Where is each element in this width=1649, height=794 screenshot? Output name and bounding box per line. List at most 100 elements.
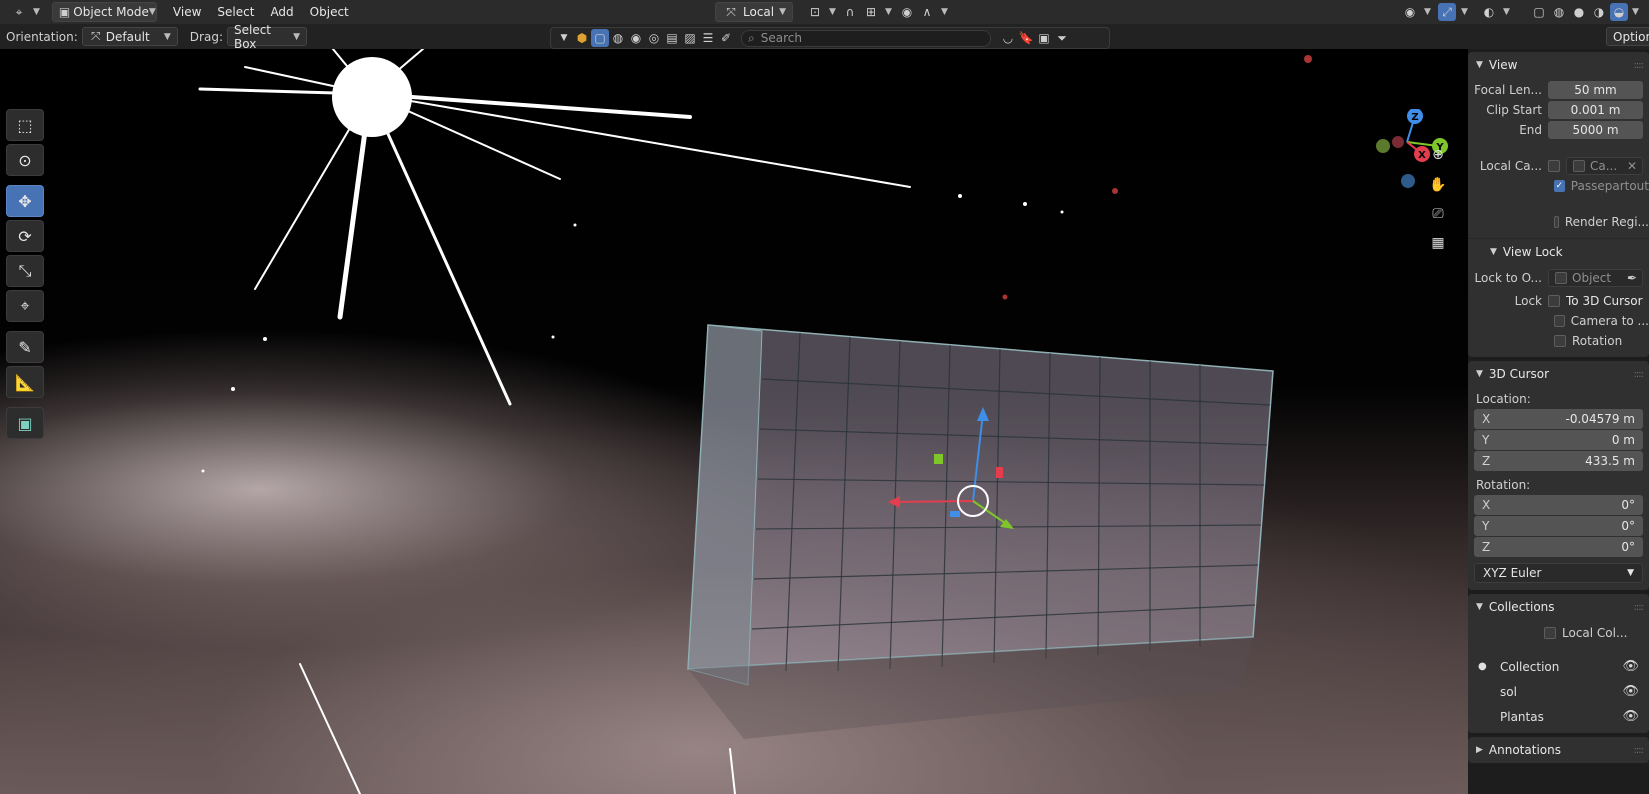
select-mode-icon[interactable]: ▢ (591, 29, 609, 47)
view-panel-title: View (1488, 58, 1518, 72)
annotations-panel-title: Annotations (1488, 743, 1561, 757)
visibility-button[interactable]: ◉ ▼ (1395, 2, 1437, 22)
object-mode-icon: ▣ (58, 5, 71, 19)
shading-material[interactable]: ◑ (1588, 2, 1610, 22)
add-cube-tool[interactable]: ▣ (6, 407, 44, 439)
menu-select[interactable]: Select (211, 2, 260, 22)
menu-add[interactable]: Add (264, 2, 299, 22)
drag-handle-icon[interactable]: :::: (1634, 60, 1645, 71)
local-camera-field[interactable]: Ca... ✕ (1566, 157, 1643, 175)
eye-icon[interactable]: 👁 (1622, 659, 1639, 674)
eye-icon[interactable]: 👁 (1622, 684, 1639, 699)
world-icon[interactable]: ◎ (645, 29, 663, 47)
lock-rotation-checkbox[interactable] (1554, 335, 1566, 347)
view-lock-title: View Lock (1502, 244, 1563, 259)
to-3d-cursor-checkbox[interactable] (1548, 295, 1560, 307)
bookmark-icon[interactable]: 🔖 (1017, 29, 1035, 47)
drag-handle-icon[interactable]: :::: (1634, 745, 1645, 756)
cursor-tool[interactable]: ⊙ (6, 144, 44, 176)
shading-options[interactable]: ▼ (1630, 2, 1641, 22)
gizmo-toggle[interactable]: ⤢ ▼ (1432, 2, 1474, 22)
gizmo-neg-x[interactable] (1392, 136, 1404, 148)
zoom-button[interactable]: ⊕ (1425, 142, 1451, 168)
drag-handle-icon[interactable]: :::: (1634, 369, 1645, 380)
transform-tool[interactable]: ⌖ (6, 290, 44, 322)
move-tool[interactable]: ✥ (6, 185, 44, 217)
render-region-checkbox[interactable] (1554, 216, 1559, 228)
passepartout-checkbox[interactable]: ✓ (1554, 180, 1565, 192)
measure-tool[interactable]: 📐 (6, 366, 44, 398)
orientation-dropdown[interactable]: ⤧ Default ▼ (81, 27, 178, 46)
view-lock-subpanel-header[interactable]: ▼ View Lock (1468, 238, 1649, 264)
cursor-location-x[interactable]: X -0.04579 m (1474, 409, 1643, 429)
image-icon[interactable]: ▨ (681, 29, 699, 47)
transform-orientation-dropdown[interactable]: ⤧ Local ▼ (715, 2, 793, 22)
sphere-icon[interactable]: ◍ (609, 29, 627, 47)
drag-dropdown[interactable]: Select Box ▼ (226, 23, 307, 51)
rendered-icon: ◒ (1610, 3, 1628, 21)
list-icon[interactable]: ☰ (699, 29, 717, 47)
lock-to-object-field[interactable]: Object ✒ (1548, 269, 1643, 287)
clip-end-field[interactable]: 5000 m (1548, 121, 1643, 139)
funnel-icon[interactable]: ⏷ (1053, 29, 1071, 47)
menu-object[interactable]: Object (304, 2, 355, 22)
display-mode-icon[interactable]: ▣ (1035, 29, 1053, 47)
pivot-icon: ⊡ (809, 5, 821, 19)
cursor-rotation-z[interactable]: Z 0° (1474, 537, 1643, 557)
collection-item[interactable]: Plantas 👁 (1468, 704, 1649, 729)
eye-icon[interactable]: 👁 (1622, 709, 1639, 724)
gizmo-neg-z[interactable] (1401, 174, 1415, 188)
shading-wireframe[interactable]: ◍ (1548, 2, 1570, 22)
3d-viewport[interactable]: Z Y X ⊕ ✋ ⎚ ▦ ⬚ ⊙ ✥ ⟳ ⤡ ⌖ ✎ 📐 ▣ (0, 49, 1468, 794)
focal-length-field[interactable]: 50 mm (1548, 81, 1643, 99)
view-panel-header[interactable]: ▼ View :::: (1468, 52, 1649, 78)
pan-button[interactable]: ✋ (1425, 172, 1451, 198)
brush-icon[interactable]: ✐ (717, 29, 735, 47)
clear-icon[interactable]: ✕ (1627, 159, 1637, 173)
material-sphere-icon[interactable]: ◉ (627, 29, 645, 47)
clip-start-field[interactable]: 0.001 m (1548, 101, 1643, 119)
menu-view[interactable]: View (167, 2, 207, 22)
collections-panel-header[interactable]: ▼ Collections :::: (1468, 594, 1649, 620)
passepartout-row[interactable]: ✓ Passepartout (1468, 176, 1649, 196)
eyedropper-icon[interactable]: ✒ (1627, 271, 1637, 285)
editor-type-button[interactable]: ⌖ ▼ (4, 2, 46, 22)
falloff-button[interactable]: ∧ ▼ (912, 2, 954, 22)
filter-toggle-icon[interactable]: ◡ (999, 29, 1017, 47)
search-input[interactable]: ⌕ Search (741, 29, 991, 47)
mode-dropdown[interactable]: ▣ Object Mode ▼ (51, 2, 157, 22)
camera-to-view-checkbox[interactable] (1554, 315, 1565, 327)
annotations-panel-header[interactable]: ▶ Annotations :::: (1468, 737, 1649, 763)
axis-value: 0° (1621, 540, 1635, 554)
cursor-rotation-x[interactable]: X 0° (1474, 495, 1643, 515)
local-camera-checkbox[interactable] (1548, 160, 1560, 172)
cursor-location-y[interactable]: Y 0 m (1474, 430, 1643, 450)
cube-color-icon[interactable]: ⬢ (573, 29, 591, 47)
cursor-location-z[interactable]: Z 433.5 m (1474, 451, 1643, 471)
drag-handle-icon[interactable]: :::: (1634, 602, 1645, 613)
collection-item[interactable]: ● Collection 👁 (1468, 654, 1649, 679)
scale-tool[interactable]: ⤡ (6, 255, 44, 287)
local-collections-checkbox[interactable] (1544, 627, 1556, 639)
cursor-panel-header[interactable]: ▼ 3D Cursor :::: (1468, 361, 1649, 387)
shading-rendered[interactable]: ◒ (1608, 2, 1630, 22)
options-button[interactable]: Options (1606, 27, 1649, 46)
perspective-toggle[interactable]: ▦ (1425, 230, 1451, 256)
camera-to-view-row[interactable]: Camera to ... (1468, 311, 1649, 331)
texture-icon[interactable]: ▤ (663, 29, 681, 47)
collection-item[interactable]: sol 👁 (1468, 679, 1649, 704)
chevron-down-icon[interactable]: ▼ (555, 29, 573, 47)
camera-view-button[interactable]: ⎚ (1425, 201, 1451, 227)
local-camera-value: Ca... (1590, 159, 1618, 173)
select-box-tool[interactable]: ⬚ (6, 109, 44, 141)
rotate-tool[interactable]: ⟳ (6, 220, 44, 252)
annotate-tool[interactable]: ✎ (6, 331, 44, 363)
render-region-row[interactable]: Render Regi... (1468, 212, 1649, 232)
shading-solid[interactable]: ● (1568, 2, 1590, 22)
gizmo-neg-y[interactable] (1376, 139, 1390, 153)
local-collections-row[interactable]: Local Col... (1468, 620, 1649, 646)
cursor-rotation-y[interactable]: Y 0° (1474, 516, 1643, 536)
rotation-mode-dropdown[interactable]: XYZ Euler ▼ (1474, 563, 1643, 583)
lock-rotation-row[interactable]: Rotation (1468, 331, 1649, 351)
overlays-toggle[interactable]: ◐ ▼ (1474, 2, 1516, 22)
